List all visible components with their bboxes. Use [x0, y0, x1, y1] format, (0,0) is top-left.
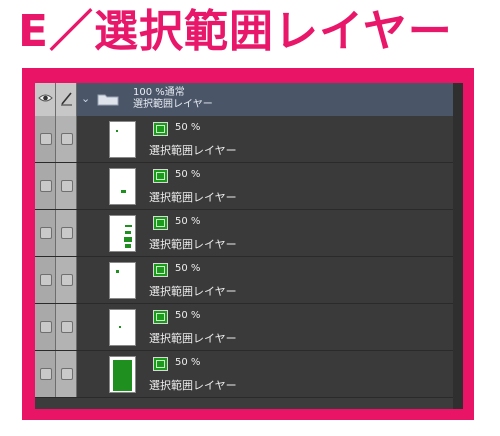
layer-thumbnail [109, 121, 136, 158]
layer-opacity: 50 % [175, 357, 201, 368]
layer-row[interactable]: 50 % 選択範囲レイヤー [35, 163, 463, 210]
layer-opacity: 50 % [175, 122, 201, 133]
visibility-checkbox[interactable] [40, 133, 52, 145]
selection-layer-icon [153, 310, 168, 324]
layer-opacity: 50 % [175, 263, 201, 274]
layer-row[interactable]: 50 % 選択範囲レイヤー [35, 304, 463, 351]
folder-icon [97, 94, 119, 106]
edit-lock-column[interactable] [56, 83, 77, 116]
selection-layer-icon [153, 216, 168, 230]
layer-row[interactable]: 50 % 選択範囲レイヤー [35, 210, 463, 257]
layer-row[interactable]: 50 % 選択範囲レイヤー [35, 351, 463, 398]
layer-name: 選択範囲レイヤー [149, 238, 237, 251]
layer-thumbnail [109, 262, 136, 299]
layer-name: 選択範囲レイヤー [149, 144, 237, 157]
visibility-column[interactable] [35, 304, 56, 350]
edit-lock-column[interactable] [56, 257, 77, 303]
visibility-column[interactable] [35, 116, 56, 162]
visibility-checkbox[interactable] [40, 368, 52, 380]
visibility-column[interactable] [35, 163, 56, 209]
layer-name: 選択範囲レイヤー [149, 379, 237, 392]
lock-checkbox[interactable] [61, 368, 73, 380]
visibility-column[interactable] [35, 351, 56, 397]
pen-icon[interactable] [60, 90, 73, 106]
selection-layer-icon [153, 122, 168, 136]
lock-checkbox[interactable] [61, 180, 73, 192]
page-title: E／選択範囲レイヤー [18, 6, 453, 57]
layer-name: 選択範囲レイヤー [149, 191, 237, 204]
visibility-checkbox[interactable] [40, 227, 52, 239]
visibility-checkbox[interactable] [40, 321, 52, 333]
selection-layer-icon [153, 357, 168, 371]
layer-folder-row[interactable]: ⌄ 100 %通常 選択範囲レイヤー [35, 83, 463, 116]
folder-label: 100 %通常 選択範囲レイヤー [133, 87, 213, 111]
edit-lock-column[interactable] [56, 304, 77, 350]
layer-opacity: 50 % [175, 169, 201, 180]
layer-opacity: 50 % [175, 310, 201, 321]
edit-lock-column[interactable] [56, 351, 77, 397]
layer-thumbnail [109, 309, 136, 346]
chevron-down-icon[interactable]: ⌄ [81, 92, 90, 105]
edit-lock-column[interactable] [56, 163, 77, 209]
layer-thumbnail [109, 168, 136, 205]
visibility-checkbox[interactable] [40, 274, 52, 286]
visibility-column[interactable] [35, 257, 56, 303]
layer-panel: ⌄ 100 %通常 選択範囲レイヤー 50 % 選択範囲レイヤー 50 % 選択… [35, 83, 463, 409]
layer-thumbnail [109, 215, 136, 252]
folder-opacity-blend: 100 %通常 [133, 87, 185, 98]
edit-lock-column[interactable] [56, 116, 77, 162]
visibility-checkbox[interactable] [40, 180, 52, 192]
selection-layer-icon [153, 169, 168, 183]
visibility-column[interactable] [35, 83, 56, 116]
lock-checkbox[interactable] [61, 321, 73, 333]
edit-lock-column[interactable] [56, 210, 77, 256]
lock-checkbox[interactable] [61, 274, 73, 286]
lock-checkbox[interactable] [61, 227, 73, 239]
panel-scrollbar[interactable] [453, 83, 463, 409]
layer-row[interactable]: 50 % 選択範囲レイヤー [35, 257, 463, 304]
layer-thumbnail [109, 356, 136, 393]
layer-name: 選択範囲レイヤー [149, 332, 237, 345]
layer-name: 選択範囲レイヤー [149, 285, 237, 298]
layer-row[interactable]: 50 % 選択範囲レイヤー [35, 116, 463, 163]
visibility-column[interactable] [35, 210, 56, 256]
lock-checkbox[interactable] [61, 133, 73, 145]
selection-layer-icon [153, 263, 168, 277]
layer-opacity: 50 % [175, 216, 201, 227]
folder-name: 選択範囲レイヤー [133, 99, 213, 110]
eye-icon[interactable] [38, 93, 53, 103]
